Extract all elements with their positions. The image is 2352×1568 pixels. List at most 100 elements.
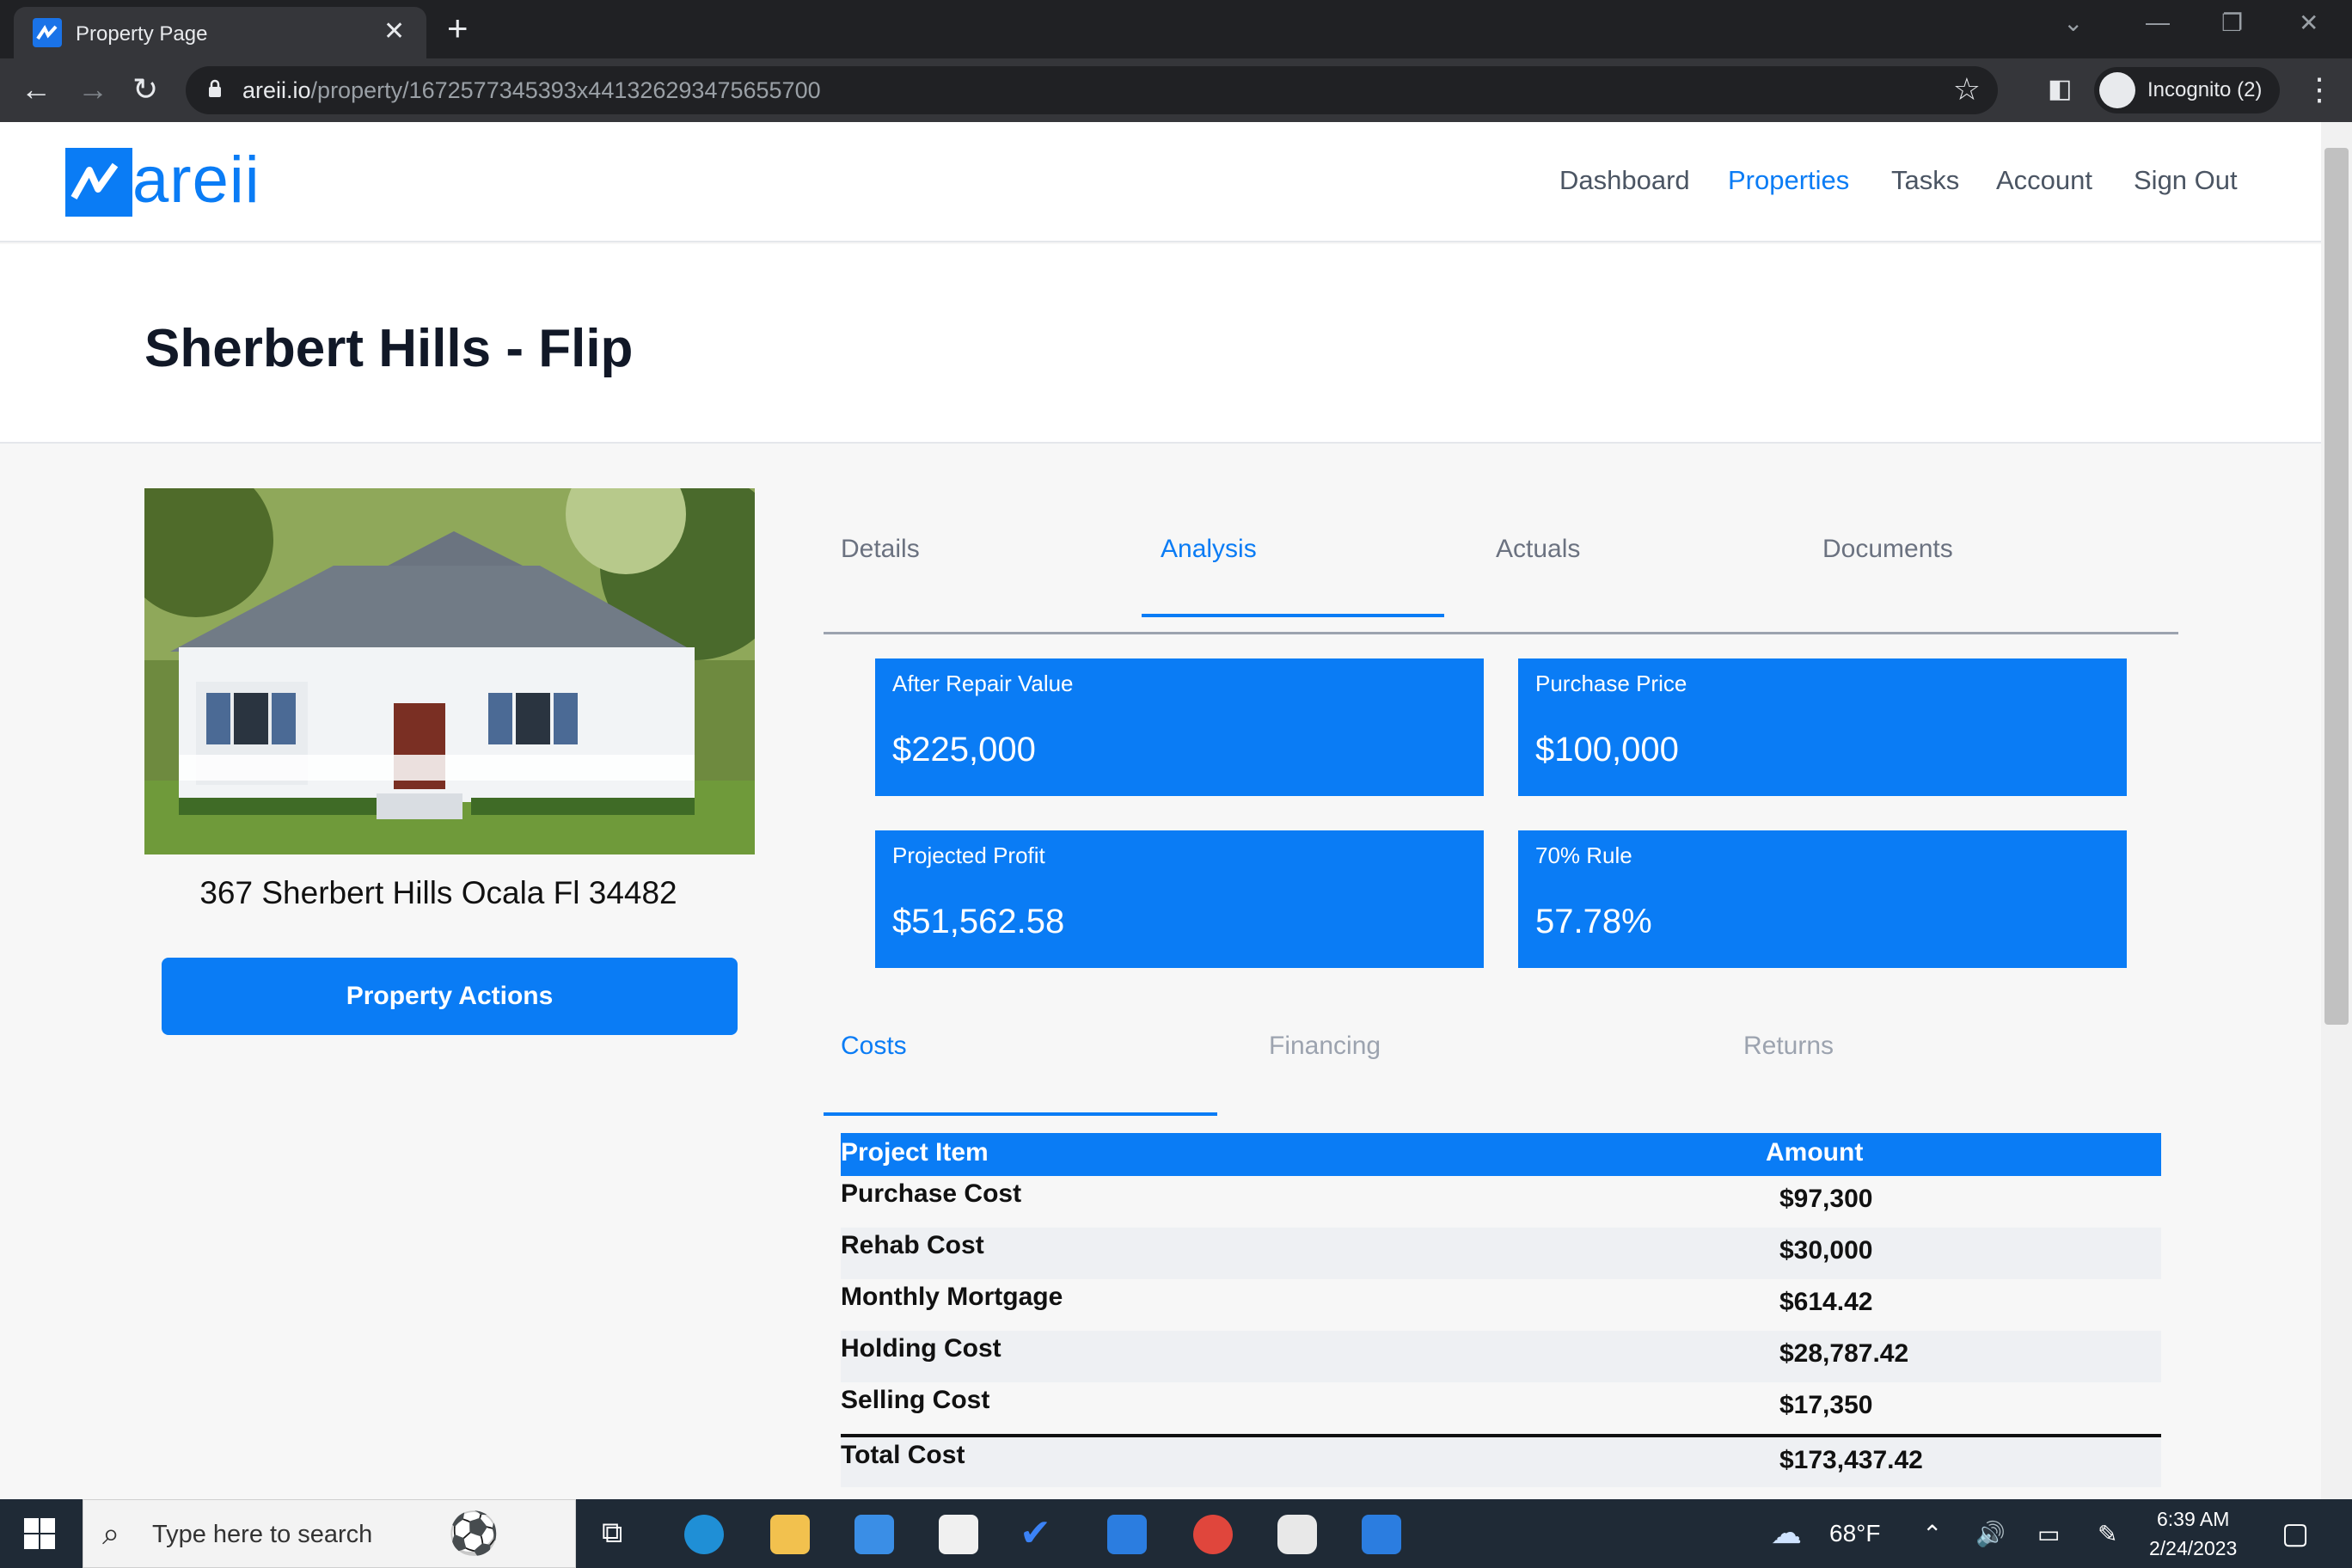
close-window-icon[interactable]: ✕ [2299, 9, 2318, 37]
nav-properties[interactable]: Properties [1728, 165, 1849, 196]
tab-returns[interactable]: Returns [1743, 1032, 1834, 1061]
table-header: Project Item Amount [841, 1133, 2161, 1176]
table-row: Rehab Cost $30,000 [841, 1228, 2161, 1279]
task-view-icon[interactable]: ⧉ [602, 1516, 622, 1550]
clock-time: 6:39 AM [2156, 1508, 2230, 1530]
taskbar-search-box[interactable]: ⌕ Type here to search ⚽ [83, 1499, 576, 1568]
page-scrollbar[interactable] [2321, 122, 2352, 1499]
header-amount: Amount [1766, 1138, 1864, 1167]
row-amount: $30,000 [1779, 1236, 1873, 1265]
card-purchase-price: Purchase Price $100,000 [1518, 658, 2127, 796]
browser-toolbar: ← → ↻ areii.io/property/1672577345393x44… [0, 58, 2352, 122]
tab-costs[interactable]: Costs [841, 1032, 907, 1061]
card-70-percent-rule: 70% Rule 57.78% [1518, 830, 2127, 968]
row-item: Rehab Cost [841, 1231, 984, 1259]
total-item: Total Cost [841, 1441, 965, 1469]
url-host: areii.io [242, 77, 311, 103]
areii-logo-icon[interactable] [65, 148, 132, 217]
incognito-label: Incognito (2) [2147, 78, 2263, 101]
cloud-weather-icon[interactable]: ☁ [1771, 1515, 1802, 1551]
card-label: Purchase Price [1535, 671, 1687, 696]
tab-details[interactable]: Details [841, 535, 920, 564]
pen-icon[interactable]: ✎ [2098, 1520, 2117, 1548]
card-value: $100,000 [1535, 731, 1679, 769]
property-photo [144, 488, 755, 854]
incognito-icon [2099, 72, 2135, 108]
tab-analysis-underline [1142, 614, 1444, 617]
system-clock[interactable]: 6:39 AM 2/24/2023 [2149, 1504, 2237, 1563]
header-project-item: Project Item [841, 1138, 989, 1167]
tab-analysis[interactable]: Analysis [1161, 535, 1257, 564]
reload-icon[interactable]: ↻ [132, 69, 158, 110]
card-label: After Repair Value [892, 671, 1074, 696]
nav-sign-out[interactable]: Sign Out [2134, 165, 2238, 196]
edge-icon[interactable] [684, 1515, 724, 1554]
row-item: Selling Cost [841, 1386, 990, 1414]
browser-menu-icon[interactable]: ⋮ [2304, 69, 2335, 110]
slack-icon[interactable] [1277, 1515, 1317, 1554]
weather-temp[interactable]: 68°F [1829, 1520, 1880, 1547]
property-actions-button[interactable]: Property Actions [162, 958, 738, 1035]
restore-icon[interactable]: ❐ [2221, 9, 2243, 37]
table-row: Monthly Mortgage $614.42 [841, 1279, 2161, 1331]
site-header: areii Dashboard Properties Tasks Account… [0, 122, 2321, 242]
nav-tasks[interactable]: Tasks [1891, 165, 1959, 196]
address-bar[interactable]: areii.io/property/1672577345393x44132629… [186, 66, 1998, 114]
file-explorer-icon[interactable] [770, 1515, 810, 1554]
windows-taskbar: ⌕ Type here to search ⚽ ⧉ ✔ ☁ 68°F ⌃ 🔊 ▭… [0, 1499, 2352, 1568]
page-title: Sherbert Hills - Flip [144, 319, 634, 378]
row-item: Holding Cost [841, 1334, 1001, 1363]
side-panel-icon[interactable]: ◧ [2048, 69, 2072, 110]
browser-tab-strip: Property Page ✕ + ⌄ — ❐ ✕ [0, 0, 2352, 58]
total-amount: $173,437.42 [1779, 1446, 1923, 1474]
bookmark-star-icon[interactable]: ☆ [1953, 71, 1981, 107]
notifications-icon[interactable]: ▢ [2282, 1516, 2309, 1551]
tab-documents[interactable]: Documents [1822, 535, 1953, 564]
table-row: Holding Cost $28,787.42 [841, 1331, 2161, 1382]
card-value: $225,000 [892, 731, 1036, 769]
card-label: 70% Rule [1535, 842, 1632, 868]
mail-icon[interactable] [854, 1515, 894, 1554]
property-address: 367 Sherbert Hills Ocala Fl 34482 [199, 875, 677, 910]
calendar-icon[interactable] [1362, 1515, 1401, 1554]
clock-date: 2/24/2023 [2149, 1537, 2238, 1559]
row-item: Monthly Mortgage [841, 1283, 1063, 1311]
row-amount: $28,787.42 [1779, 1339, 1909, 1368]
logo-text[interactable]: areii [132, 143, 260, 217]
chevron-up-icon[interactable]: ⌃ [1922, 1520, 1942, 1548]
table-row: Purchase Cost $97,300 [841, 1176, 2161, 1228]
tab-financing[interactable]: Financing [1269, 1032, 1381, 1061]
volume-icon[interactable]: 🔊 [1975, 1520, 2006, 1548]
vscode-icon[interactable] [1107, 1515, 1147, 1554]
tab-actuals[interactable]: Actuals [1496, 535, 1580, 564]
incognito-badge[interactable]: Incognito (2) [2094, 67, 2280, 113]
soccer-ball-icon: ⚽ [448, 1511, 499, 1557]
minimize-icon[interactable]: — [2146, 9, 2170, 36]
store-icon[interactable] [939, 1515, 978, 1554]
browser-tab[interactable]: Property Page ✕ [14, 7, 426, 58]
taskbar-search-placeholder: Type here to search [152, 1521, 373, 1548]
nav-account[interactable]: Account [1996, 165, 2092, 196]
close-tab-icon[interactable]: ✕ [383, 17, 405, 46]
table-row: Selling Cost $17,350 [841, 1382, 2161, 1434]
forward-icon[interactable]: → [77, 69, 108, 110]
todo-icon[interactable]: ✔ [1020, 1511, 1051, 1555]
chrome-icon[interactable] [1193, 1515, 1233, 1554]
card-value: 57.78% [1535, 903, 1652, 940]
tab-costs-underline [824, 1112, 1217, 1116]
card-projected-profit: Projected Profit $51,562.58 [875, 830, 1484, 968]
lock-icon [209, 79, 221, 97]
search-icon: ⌕ [102, 1516, 120, 1551]
card-value: $51,562.58 [892, 903, 1065, 940]
areii-favicon-icon [33, 18, 62, 47]
page-title-bar: Sherbert Hills - Flip [0, 244, 2321, 444]
nav-dashboard[interactable]: Dashboard [1559, 165, 1690, 196]
windows-start-icon[interactable] [24, 1518, 55, 1549]
card-label: Projected Profit [892, 842, 1045, 868]
back-icon[interactable]: ← [21, 69, 52, 110]
tab-search-icon[interactable]: ⌄ [2063, 9, 2083, 37]
network-icon[interactable]: ▭ [2037, 1520, 2060, 1548]
url-path: /property/1672577345393x4413262934756557… [310, 77, 821, 103]
scrollbar-thumb[interactable] [2324, 148, 2349, 1025]
new-tab-button[interactable]: + [447, 10, 469, 46]
